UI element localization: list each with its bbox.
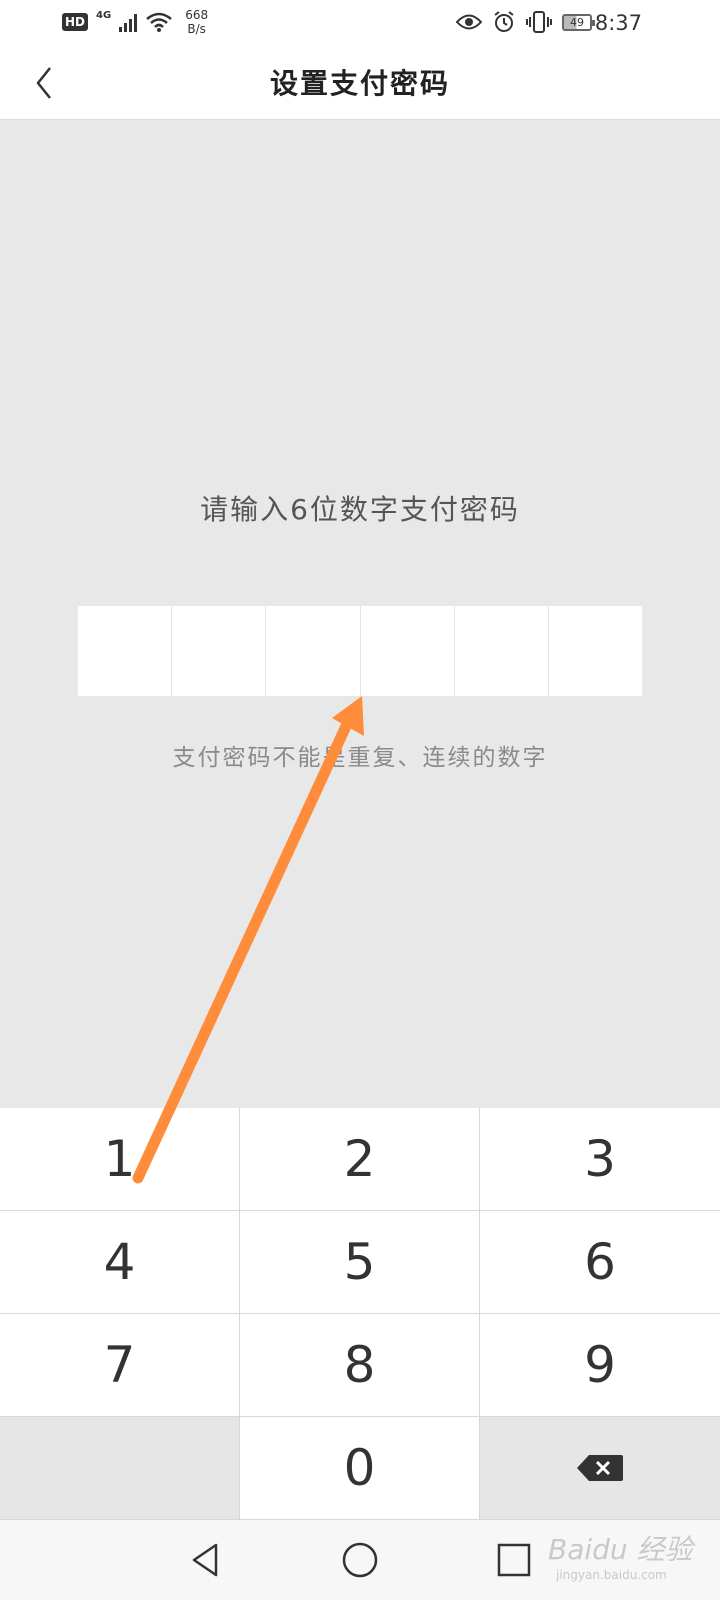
status-bar: HD 4G 668 B/s 49 8:37 — [0, 0, 720, 48]
main-content: 请输入6位数字支付密码 支付密码不能是重复、连续的数字 — [0, 120, 720, 1108]
nav-recents-button[interactable] — [494, 1540, 534, 1580]
clock: 8:37 — [594, 11, 642, 35]
key-2[interactable]: 2 — [240, 1108, 480, 1211]
page-title: 设置支付密码 — [269, 67, 450, 100]
key-empty — [0, 1417, 240, 1520]
battery-icon: 49 — [562, 13, 595, 31]
hd-icon: HD — [62, 13, 89, 31]
key-4[interactable]: 4 — [0, 1211, 240, 1314]
speed-value: 668 — [185, 8, 209, 22]
alarm-icon — [494, 11, 514, 32]
screen: HD 4G 668 B/s 49 8:37 设置支付密码 请输入6位数字支付密码… — [0, 0, 720, 1600]
pin-digit-box — [172, 606, 267, 696]
triangle-back-icon — [192, 1543, 218, 1577]
key-6[interactable]: 6 — [480, 1211, 720, 1314]
status-right: 49 — [456, 10, 595, 34]
key-7[interactable]: 7 — [0, 1314, 240, 1417]
key-5[interactable]: 5 — [240, 1211, 480, 1314]
pin-hint: 支付密码不能是重复、连续的数字 — [172, 745, 548, 771]
key-8[interactable]: 8 — [240, 1314, 480, 1417]
pin-digit-box — [549, 606, 642, 696]
nav-home-button[interactable] — [340, 1540, 380, 1580]
pin-digit-box — [78, 606, 173, 696]
network-type: 4G — [96, 10, 112, 21]
pin-prompt: 请输入6位数字支付密码 — [200, 493, 520, 526]
watermark: Baidu 经验 — [548, 1533, 693, 1566]
system-nav-bar: Baidu 经验 jingyan.baidu.com — [0, 1520, 720, 1600]
backspace-icon — [577, 1455, 623, 1481]
nav-back-button[interactable] — [186, 1540, 226, 1580]
delete-key[interactable] — [480, 1417, 720, 1520]
pin-digit-box — [361, 606, 455, 696]
key-9[interactable]: 9 — [480, 1314, 720, 1417]
vibrate-icon — [526, 11, 552, 33]
key-1[interactable]: 1 — [0, 1108, 240, 1211]
status-left: HD 4G 668 B/s — [62, 8, 208, 36]
speed-unit: B/s — [187, 22, 206, 36]
key-3[interactable]: 3 — [480, 1108, 720, 1211]
key-0[interactable]: 0 — [240, 1417, 480, 1520]
signal-icon — [119, 12, 138, 32]
network-speed: 668 B/s — [185, 8, 208, 36]
watermark-url: jingyan.baidu.com — [556, 1568, 667, 1582]
header: 设置支付密码 — [0, 48, 720, 120]
numeric-keypad: 1 2 3 4 5 6 7 8 9 0 — [0, 1108, 720, 1520]
pin-digit-box — [455, 606, 549, 696]
eye-icon — [456, 14, 482, 30]
pin-input[interactable] — [78, 606, 642, 696]
wifi-icon — [146, 12, 172, 32]
circle-home-icon — [342, 1542, 378, 1578]
square-recents-icon — [497, 1543, 531, 1577]
pin-digit-box — [266, 606, 361, 696]
